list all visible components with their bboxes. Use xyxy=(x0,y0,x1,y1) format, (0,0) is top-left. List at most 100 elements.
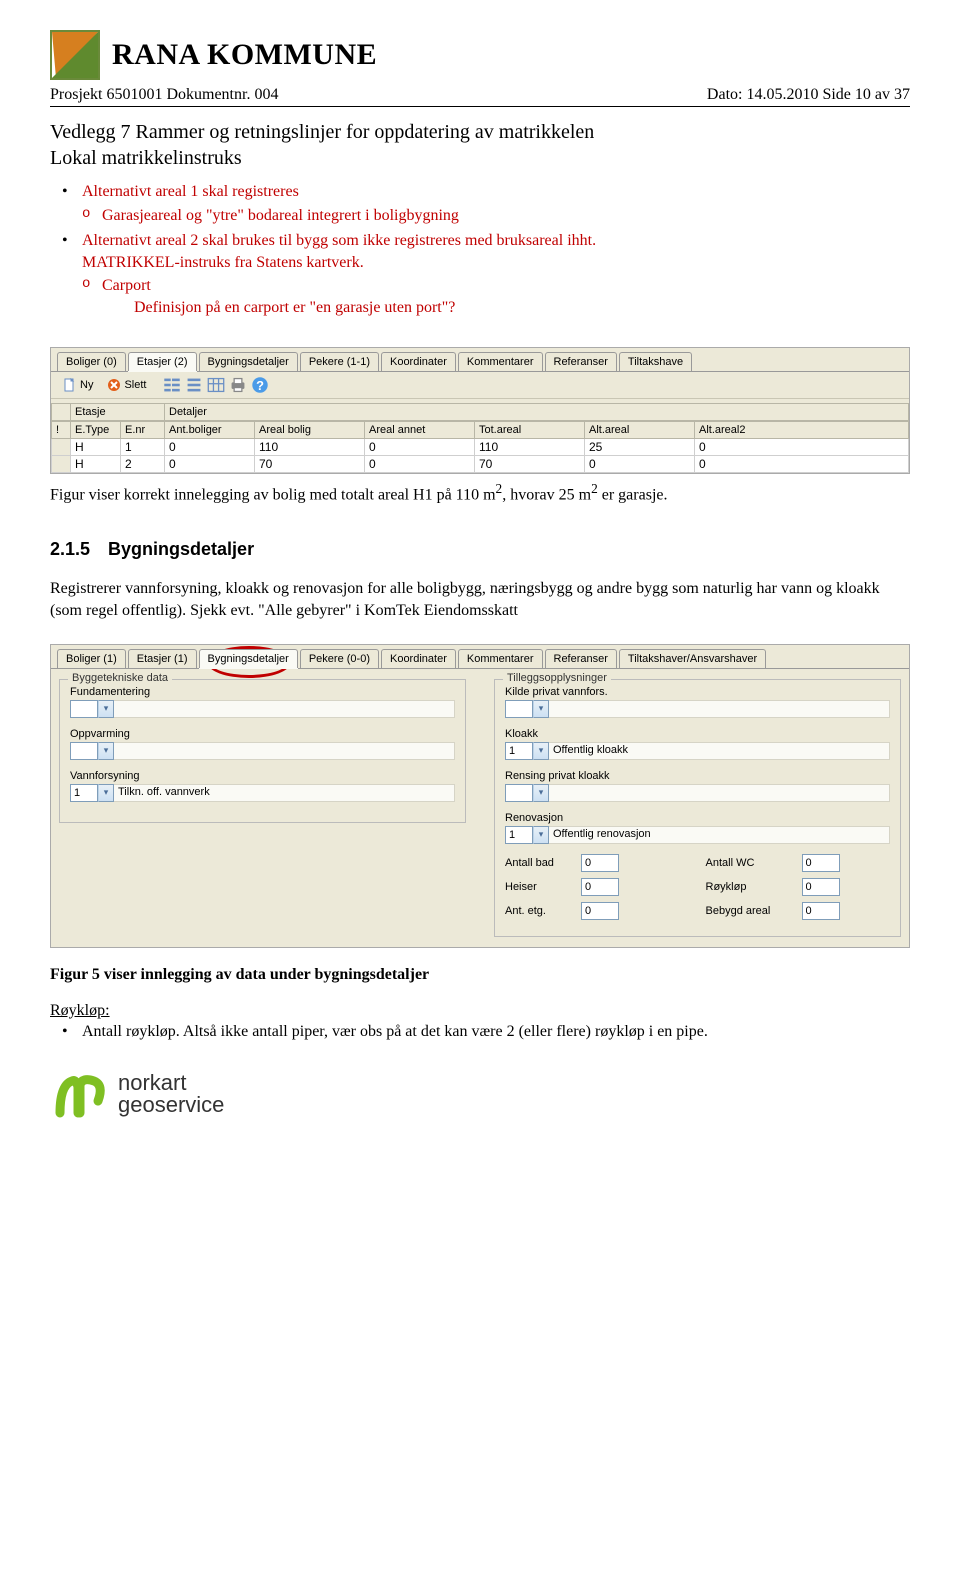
cell: 0 xyxy=(695,456,909,473)
cell xyxy=(51,439,71,456)
bullet2-l2: MATRIKKEL-instruks fra Statens kartverk. xyxy=(82,254,364,271)
list-compact-icon[interactable] xyxy=(185,376,203,394)
bullet2-extra: Definisjon på en carport er "en garasje … xyxy=(82,297,910,319)
list-item: Alternativt areal 2 skal brukes til bygg… xyxy=(50,230,910,318)
tab-etasjer[interactable]: Etasjer (1) xyxy=(128,649,197,668)
rensing-input[interactable] xyxy=(505,784,533,802)
bebygd-field: Bebygd areal xyxy=(706,902,891,920)
tab-tiltakshaver[interactable]: Tiltakshave xyxy=(619,352,692,371)
bebygd-label: Bebygd areal xyxy=(706,905,796,917)
dropdown-icon[interactable]: ▾ xyxy=(533,784,549,802)
tab-kommentarer[interactable]: Kommentarer xyxy=(458,649,543,668)
cell: 1 xyxy=(121,439,165,456)
vannforsyning-field: Vannforsyning ▾Tilkn. off. vannverk xyxy=(70,770,455,802)
dropdown-icon[interactable]: ▾ xyxy=(533,826,549,844)
rensing-field: Rensing privat kloakk ▾ xyxy=(505,770,890,802)
cell: 0 xyxy=(365,439,475,456)
royklop-input[interactable] xyxy=(802,878,840,896)
ny-button[interactable]: Ny xyxy=(57,377,99,393)
group-left-legend: Byggetekniske data xyxy=(68,672,172,684)
dropdown-icon[interactable]: ▾ xyxy=(98,700,114,718)
tab-tiltakshaver-ansvarshaver[interactable]: Tiltakshaver/Ansvarshaver xyxy=(619,649,766,668)
tab-referanser[interactable]: Referanser xyxy=(545,649,617,668)
fundamentering-input[interactable] xyxy=(70,700,98,718)
tab-koordinater[interactable]: Koordinater xyxy=(381,649,456,668)
dropdown-icon[interactable]: ▾ xyxy=(98,742,114,760)
bullet2-sub1: Carport xyxy=(102,277,151,294)
municipality-logo-icon xyxy=(50,30,100,80)
heiser-input[interactable] xyxy=(581,878,619,896)
fundamentering-desc xyxy=(114,700,455,718)
dropdown-icon[interactable]: ▾ xyxy=(98,784,114,802)
col-etasje-group: Etasje xyxy=(71,403,165,421)
org-name: RANA KOMMUNE xyxy=(112,38,377,72)
slett-button[interactable]: Slett xyxy=(101,377,152,393)
grid-top-header: Etasje Detaljer xyxy=(51,403,909,421)
tab-bygningsdetaljer[interactable]: Bygningsdetaljer xyxy=(199,649,298,668)
tab-koordinater[interactable]: Koordinater xyxy=(381,352,456,371)
antall-wc-field: Antall WC xyxy=(706,854,891,872)
tab-etasjer[interactable]: Etasjer (2) xyxy=(128,352,197,371)
footer-logo: norkart geoservice xyxy=(50,1065,910,1123)
bebygd-input[interactable] xyxy=(802,902,840,920)
vannforsyning-input[interactable] xyxy=(70,784,98,802)
delete-icon xyxy=(107,378,121,392)
footer-line2: geoservice xyxy=(118,1094,224,1116)
cell: 70 xyxy=(475,456,585,473)
svg-text:?: ? xyxy=(257,378,265,393)
sub-list-item: Carport xyxy=(82,275,910,297)
antall-wc-input[interactable] xyxy=(802,854,840,872)
col-altareal[interactable]: Alt.areal xyxy=(585,421,695,439)
bullet1-sub1: Garasjeareal og "ytre" bodareal integrer… xyxy=(102,207,459,224)
col-arealannet[interactable]: Areal annet xyxy=(365,421,475,439)
tab-pekere[interactable]: Pekere (0-0) xyxy=(300,649,379,668)
help-icon[interactable]: ? xyxy=(251,376,269,394)
dropdown-icon[interactable]: ▾ xyxy=(533,742,549,760)
tab-referanser[interactable]: Referanser xyxy=(545,352,617,371)
tab-kommentarer[interactable]: Kommentarer xyxy=(458,352,543,371)
group-right-legend: Tilleggsopplysninger xyxy=(503,672,611,684)
dropdown-icon[interactable]: ▾ xyxy=(533,700,549,718)
col-etype[interactable]: E.Type xyxy=(71,421,121,439)
vannforsyning-label: Vannforsyning xyxy=(70,770,455,782)
cell: 0 xyxy=(165,439,255,456)
rensing-desc xyxy=(549,784,890,802)
tab-pekere[interactable]: Pekere (1-1) xyxy=(300,352,379,371)
col-flag[interactable]: ! xyxy=(51,421,71,439)
tab-boliger[interactable]: Boliger (0) xyxy=(57,352,126,371)
norkart-logo-icon xyxy=(50,1065,108,1123)
tab-boliger[interactable]: Boliger (1) xyxy=(57,649,126,668)
col-arealbolig[interactable]: Areal bolig xyxy=(255,421,365,439)
list-align-left-icon[interactable] xyxy=(163,376,181,394)
renovasjon-input[interactable] xyxy=(505,826,533,844)
table-row[interactable]: H 2 0 70 0 70 0 0 xyxy=(51,456,909,473)
footer-line1: norkart xyxy=(118,1072,224,1094)
kloakk-input[interactable] xyxy=(505,742,533,760)
list-item: Alternativt areal 1 skal registreres Gar… xyxy=(50,181,910,226)
document-meta: Prosjekt 6501001 Dokumentnr. 004 Dato: 1… xyxy=(50,86,910,107)
col-enr[interactable]: E.nr xyxy=(121,421,165,439)
cell: 110 xyxy=(255,439,365,456)
antetg-input[interactable] xyxy=(581,902,619,920)
kloakk-field: Kloakk ▾Offentlig kloakk xyxy=(505,728,890,760)
kilde-input[interactable] xyxy=(505,700,533,718)
group-tilleggsopplysninger: Tilleggsopplysninger Kilde privat vannfo… xyxy=(494,679,901,937)
royklop-bullet: Antall røykløp. Altså ikke antall piper,… xyxy=(82,1023,708,1040)
col-antboliger[interactable]: Ant.boliger xyxy=(165,421,255,439)
table-row[interactable]: H 1 0 110 0 110 25 0 xyxy=(51,439,909,456)
grid-sub-header: ! E.Type E.nr Ant.boliger Areal bolig Ar… xyxy=(51,421,909,439)
royklop-list: Antall røykløp. Altså ikke antall piper,… xyxy=(50,1021,910,1043)
kilde-desc xyxy=(549,700,890,718)
cap1a: Figur viser korrekt innelegging av bolig… xyxy=(50,486,496,503)
heiser-field: Heiser xyxy=(505,878,690,896)
col-altareal2[interactable]: Alt.areal2 xyxy=(695,421,909,439)
antall-bad-input[interactable] xyxy=(581,854,619,872)
renovasjon-desc: Offentlig renovasjon xyxy=(549,826,890,844)
date-page: Dato: 14.05.2010 Side 10 av 37 xyxy=(707,86,910,104)
table-icon[interactable] xyxy=(207,376,225,394)
kloakk-desc: Offentlig kloakk xyxy=(549,742,890,760)
tab-bygningsdetaljer[interactable]: Bygningsdetaljer xyxy=(199,352,298,371)
oppvarming-input[interactable] xyxy=(70,742,98,760)
print-icon[interactable] xyxy=(229,376,247,394)
col-totareal[interactable]: Tot.areal xyxy=(475,421,585,439)
